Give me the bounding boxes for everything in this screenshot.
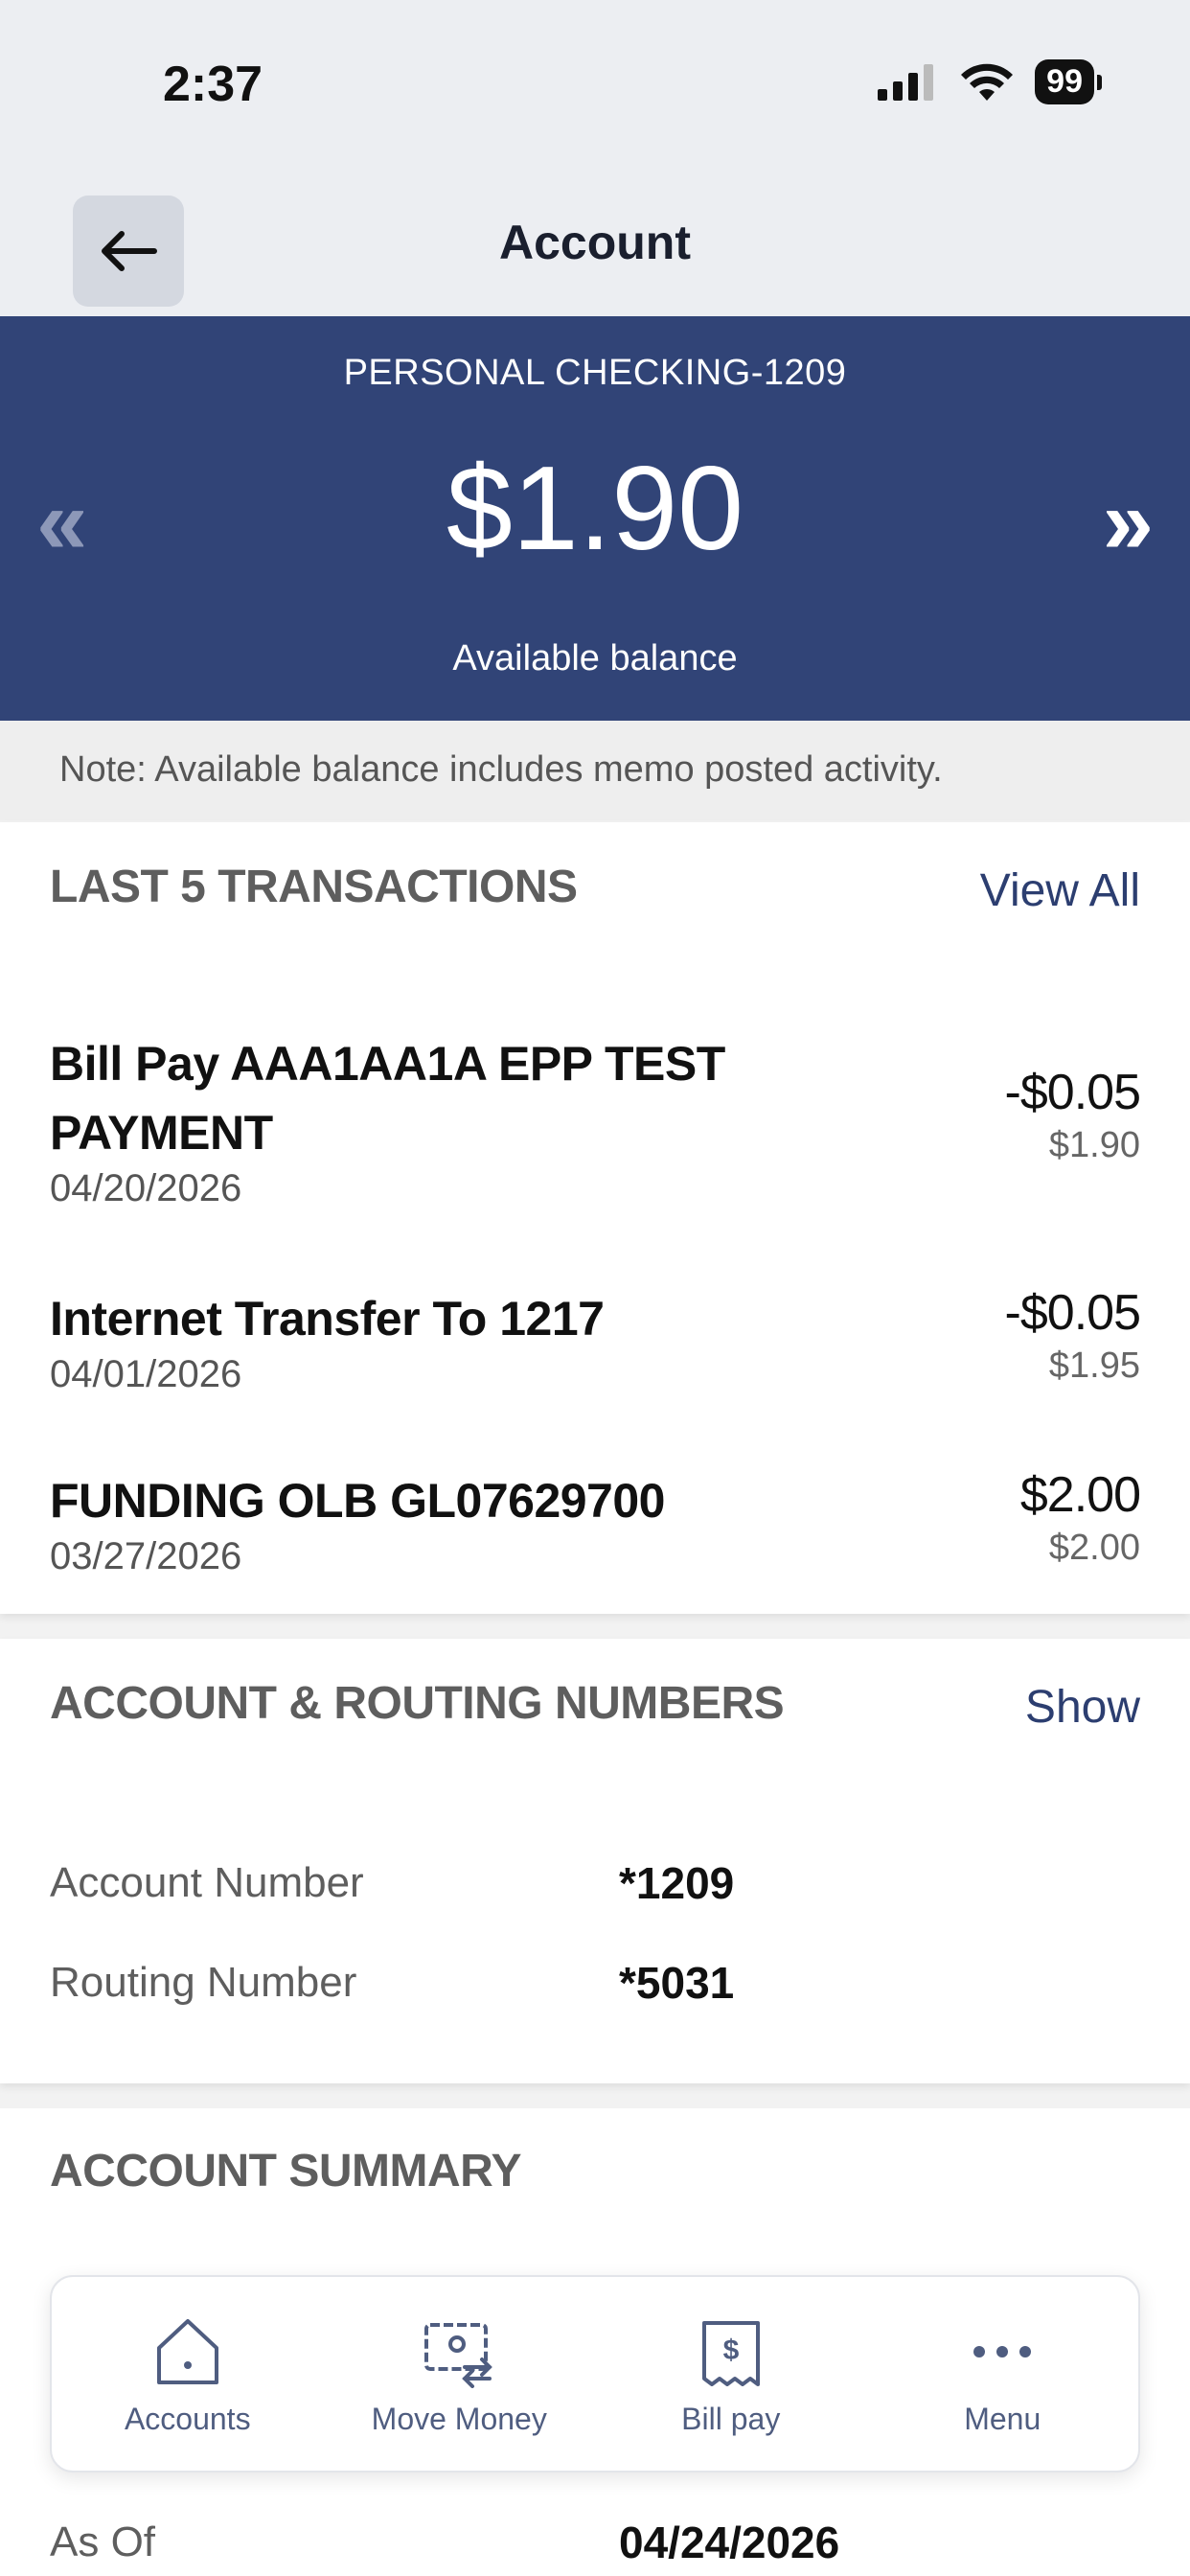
bill-icon: $	[701, 2321, 760, 2386]
wifi-icon	[961, 63, 1014, 101]
transaction-amount: -$0.05	[1004, 1285, 1141, 1341]
money-transfer-icon	[424, 2323, 493, 2388]
nav-label: Move Money	[371, 2402, 547, 2436]
routing-number-value: *5031	[619, 1958, 735, 2008]
status-bar: 2:37 99	[0, 0, 1190, 172]
transaction-amount: $2.00	[1019, 1467, 1141, 1523]
as-of-label: As Of	[50, 2518, 156, 2565]
nav-move-money[interactable]: Move Money	[324, 2277, 596, 2471]
balance-label: Available balance	[452, 638, 738, 678]
balance-note: Note: Available balance includes memo po…	[0, 721, 1190, 820]
balance-banner: PERSONAL CHECKING-1209 « $1.90 » Availab…	[0, 316, 1190, 721]
routing-title: ACCOUNT & ROUTING NUMBERS	[50, 1678, 785, 1729]
nav-label: Menu	[964, 2402, 1041, 2436]
more-icon	[973, 2346, 1032, 2358]
nav-menu[interactable]: Menu	[867, 2277, 1139, 2471]
view-all-link[interactable]: View All	[980, 864, 1140, 917]
svg-text:$: $	[722, 2334, 739, 2366]
status-time: 2:37	[163, 57, 263, 112]
transaction-row[interactable]: FUNDING OLB GL07629700 03/27/2026 $2.00 …	[50, 1466, 1141, 1581]
nav-label: Bill pay	[681, 2402, 781, 2436]
available-balance: $1.90	[446, 443, 744, 575]
transaction-balance: $1.95	[1048, 1346, 1140, 1386]
transaction-amount: -$0.05	[1004, 1065, 1141, 1120]
nav-bill-pay[interactable]: $ Bill pay	[595, 2277, 867, 2471]
transaction-balance: $1.90	[1048, 1125, 1140, 1165]
as-of-value: 04/24/2026	[619, 2518, 840, 2567]
transactions-card: LAST 5 TRANSACTIONS View All Bill Pay AA…	[0, 822, 1190, 1614]
transaction-date: 03/27/2026	[50, 1535, 242, 1577]
status-icons: 99	[878, 59, 1102, 104]
transaction-name: FUNDING OLB GL07629700	[50, 1474, 665, 1528]
transaction-row[interactable]: Bill Pay AAA1AA1A EPP TEST PAYMENT 04/20…	[50, 1029, 1141, 1209]
show-numbers-link[interactable]: Show	[1025, 1681, 1140, 1734]
transaction-row[interactable]: Internet Transfer To 1217 04/01/2026 -$0…	[50, 1284, 1141, 1399]
signal-icon	[878, 63, 934, 101]
routing-card: ACCOUNT & ROUTING NUMBERS Show Account N…	[0, 1639, 1190, 2083]
account-number-label: Account Number	[50, 1859, 364, 1906]
transaction-name: Internet Transfer To 1217	[50, 1292, 605, 1346]
next-account-button[interactable]: »	[1103, 470, 1154, 575]
battery-indicator: 99	[1035, 59, 1102, 104]
nav-accounts[interactable]: Accounts	[52, 2277, 324, 2471]
transaction-date: 04/20/2026	[50, 1167, 242, 1209]
page-title: Account	[499, 216, 691, 269]
routing-number-label: Routing Number	[50, 1959, 357, 2006]
nav-label: Accounts	[124, 2402, 251, 2436]
home-icon	[156, 2319, 218, 2384]
account-name: PERSONAL CHECKING-1209	[343, 353, 847, 393]
transaction-date: 04/01/2026	[50, 1353, 242, 1395]
bottom-nav: Accounts Move Money $ Bill pay Menu	[50, 2275, 1140, 2472]
account-number-value: *1209	[619, 1858, 735, 1908]
summary-title: ACCOUNT SUMMARY	[50, 2146, 522, 2196]
transaction-balance: $2.00	[1048, 1528, 1140, 1568]
transaction-name: Bill Pay AAA1AA1A EPP TEST PAYMENT	[50, 1037, 725, 1160]
header: Account	[0, 172, 1190, 316]
transactions-title: LAST 5 TRANSACTIONS	[50, 862, 578, 912]
